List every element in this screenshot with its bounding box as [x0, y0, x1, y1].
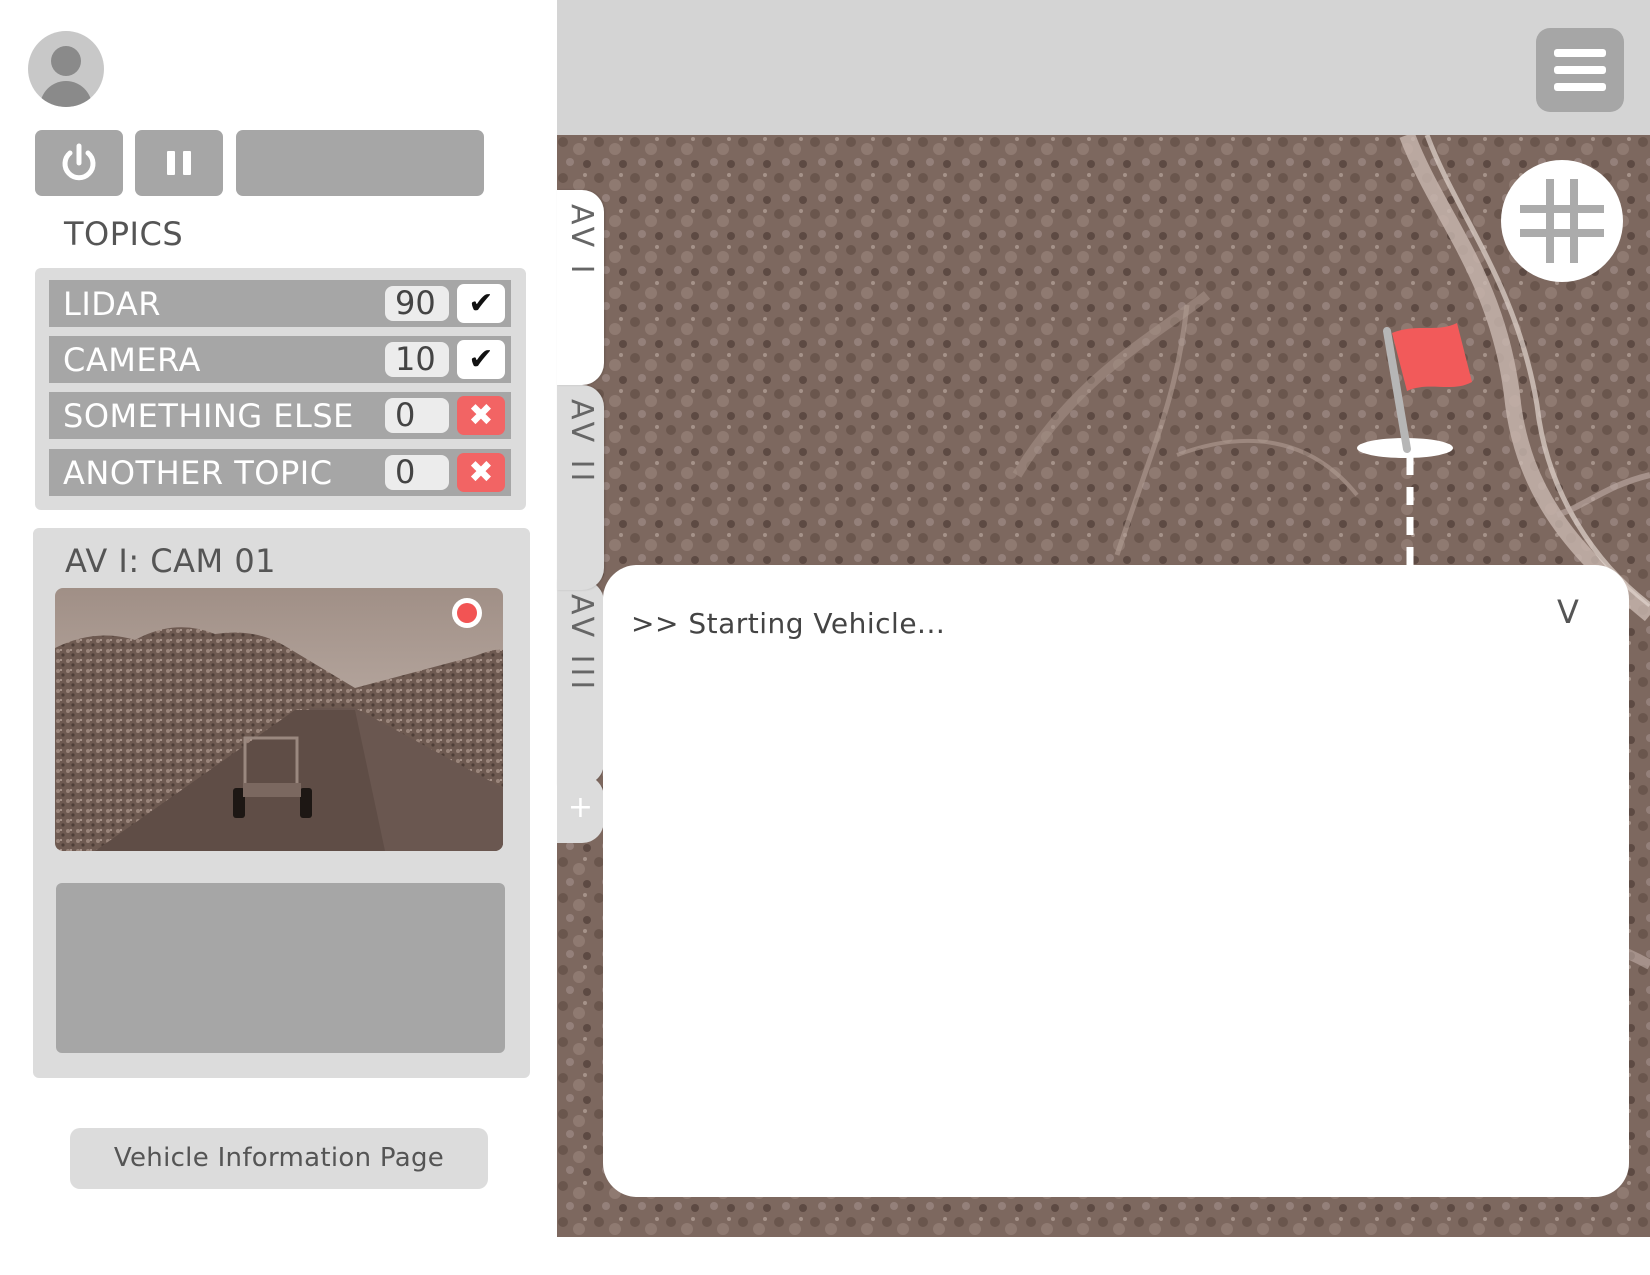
console-panel: >> Starting Vehicle... V	[603, 565, 1629, 1197]
topic-name: CAMERA	[63, 341, 201, 379]
topic-row-camera: CAMERA 10 ✔	[49, 336, 511, 383]
top-bar	[557, 0, 1650, 135]
topic-toggle-check-icon[interactable]: ✔	[457, 340, 505, 379]
camera-panel: AV I: CAM 01	[33, 528, 530, 1078]
topic-name: LIDAR	[63, 285, 161, 323]
add-vehicle-tab-button[interactable]: +	[557, 775, 604, 843]
tab-av-iii[interactable]: AV III	[557, 580, 604, 785]
topic-row-something-else: SOMETHING ELSE 0 ✖	[49, 392, 511, 439]
topic-toggle-check-icon[interactable]: ✔	[457, 284, 505, 323]
pause-icon	[167, 151, 191, 175]
hamburger-menu-icon[interactable]	[1536, 28, 1624, 112]
vehicle-information-page-button[interactable]: Vehicle Information Page	[70, 1128, 488, 1189]
console-collapse-button[interactable]: V	[1557, 593, 1579, 631]
camera-feed[interactable]	[55, 588, 503, 851]
user-avatar-icon[interactable]	[28, 31, 104, 107]
tab-label: AV III	[564, 594, 599, 694]
tab-label: AV I	[564, 204, 599, 278]
topic-toggle-x-icon[interactable]: ✖	[457, 396, 505, 435]
grid-icon	[1520, 179, 1604, 263]
topic-name: SOMETHING ELSE	[63, 397, 354, 435]
tab-av-ii[interactable]: AV II	[557, 385, 604, 590]
topics-list: LIDAR 90 ✔ CAMERA 10 ✔ SOMETHING ELSE 0 …	[35, 268, 526, 510]
topic-count: 10	[385, 342, 449, 377]
topic-count: 0	[385, 398, 449, 433]
pause-button[interactable]	[135, 130, 223, 196]
topic-count: 90	[385, 286, 449, 321]
grid-toggle-button[interactable]	[1501, 160, 1623, 282]
camera-info-area	[56, 883, 505, 1053]
power-button[interactable]	[35, 130, 123, 196]
left-panel: TOPICS LIDAR 90 ✔ CAMERA 10 ✔ SOMETHING …	[0, 0, 557, 1275]
topic-name: ANOTHER TOPIC	[63, 454, 333, 492]
camera-feed-image	[55, 588, 503, 851]
topic-row-lidar: LIDAR 90 ✔	[49, 280, 511, 327]
status-button[interactable]	[236, 130, 484, 196]
tab-av-i[interactable]: AV I	[557, 190, 604, 385]
topic-row-another-topic: ANOTHER TOPIC 0 ✖	[49, 449, 511, 496]
power-icon	[62, 143, 96, 181]
record-indicator-icon	[452, 598, 482, 628]
topic-toggle-x-icon[interactable]: ✖	[457, 453, 505, 492]
camera-title: AV I: CAM 01	[65, 542, 277, 580]
topic-count: 0	[385, 455, 449, 490]
topics-title: TOPICS	[64, 215, 184, 253]
console-output: >> Starting Vehicle...	[631, 607, 946, 640]
tab-label: AV II	[564, 399, 599, 486]
